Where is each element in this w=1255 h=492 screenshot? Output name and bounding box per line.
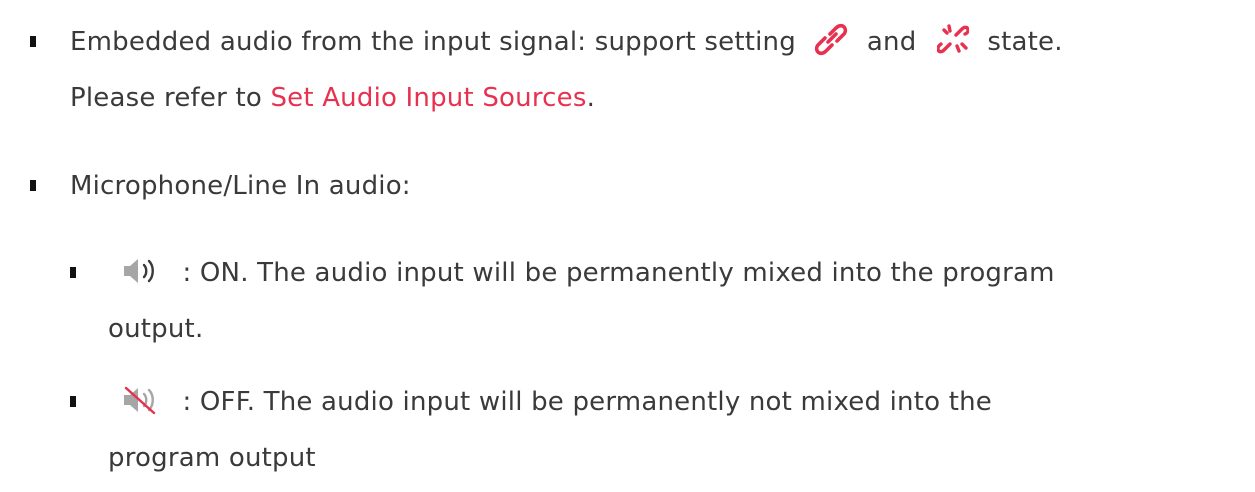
microphone-line-in-text: Microphone/Line In audio: [70, 171, 411, 201]
period-text: . [586, 83, 596, 113]
sub-item-off-line2: program output [108, 438, 316, 478]
embedded-audio-text: Embedded audio from the input signal: su… [70, 27, 796, 57]
off-description: : OFF. The audio input will be permanent… [182, 387, 992, 417]
off-description-continued: program output [108, 443, 316, 473]
on-description: : ON. The audio input will be permanentl… [182, 258, 1055, 288]
on-description-continued: output. [108, 314, 204, 344]
sub-list-bullet [70, 267, 76, 278]
state-text: state. [987, 27, 1063, 57]
refer-text: Please refer to [70, 83, 262, 113]
sub-item-on-line1: : ON. The audio input will be permanentl… [108, 253, 1055, 293]
list-item-microphone: Microphone/Line In audio: [70, 166, 411, 206]
list-bullet [30, 180, 36, 191]
document-body: Embedded audio from the input signal: su… [0, 0, 1255, 492]
unlink-icon [936, 23, 969, 57]
sub-item-off-line1: : OFF. The audio input will be permanent… [108, 382, 992, 422]
list-bullet [30, 36, 36, 47]
link-icon [814, 22, 850, 56]
speaker-on-icon [122, 256, 166, 286]
sub-list-bullet [70, 396, 76, 407]
list-item-embedded-audio-line2: Please refer to Set Audio Input Sources. [70, 78, 595, 118]
and-text: and [866, 27, 917, 57]
set-audio-input-sources-link[interactable]: Set Audio Input Sources [270, 83, 586, 113]
speaker-muted-icon [122, 385, 166, 415]
sub-item-on-line2: output. [108, 309, 203, 349]
list-item-embedded-audio-line1: Embedded audio from the input signal: su… [70, 22, 1063, 62]
